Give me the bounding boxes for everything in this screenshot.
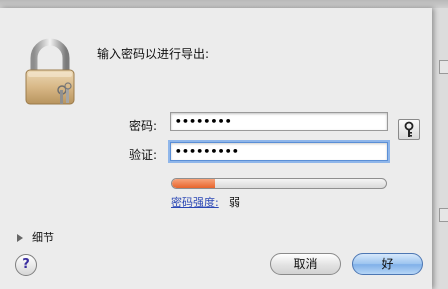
details-label: 细节 bbox=[32, 231, 54, 244]
password-strength-value: 弱 bbox=[229, 196, 240, 209]
password-strength-fill bbox=[172, 179, 215, 188]
password-strength-meter bbox=[171, 178, 387, 189]
verify-label: 验证: bbox=[128, 148, 157, 162]
cancel-button[interactable]: 取消 bbox=[270, 253, 341, 275]
password-label: 密码: bbox=[128, 119, 157, 133]
password-field[interactable]: •••••••• bbox=[170, 112, 388, 131]
key-icon bbox=[404, 121, 414, 137]
password-assistant-button[interactable] bbox=[398, 119, 420, 140]
verify-field[interactable]: ••••••••• bbox=[170, 142, 388, 161]
background-window-edge bbox=[432, 8, 448, 289]
background-window-strip bbox=[0, 0, 448, 8]
password-strength-link[interactable]: 密码强度: bbox=[171, 194, 219, 210]
export-password-dialog: 输入密码以进行导出: 密码: •••••••• 验证: ••••••••• 密码… bbox=[0, 8, 432, 289]
padlock-icon bbox=[22, 38, 78, 108]
help-button[interactable]: ? bbox=[15, 254, 37, 276]
disclosure-triangle-icon[interactable] bbox=[17, 234, 23, 242]
background-fragment bbox=[439, 60, 448, 74]
ok-button[interactable]: 好 bbox=[352, 253, 423, 275]
background-fragment bbox=[439, 208, 448, 222]
dialog-heading: 输入密码以进行导出: bbox=[97, 47, 210, 61]
details-disclosure[interactable]: 细节 bbox=[17, 229, 54, 245]
